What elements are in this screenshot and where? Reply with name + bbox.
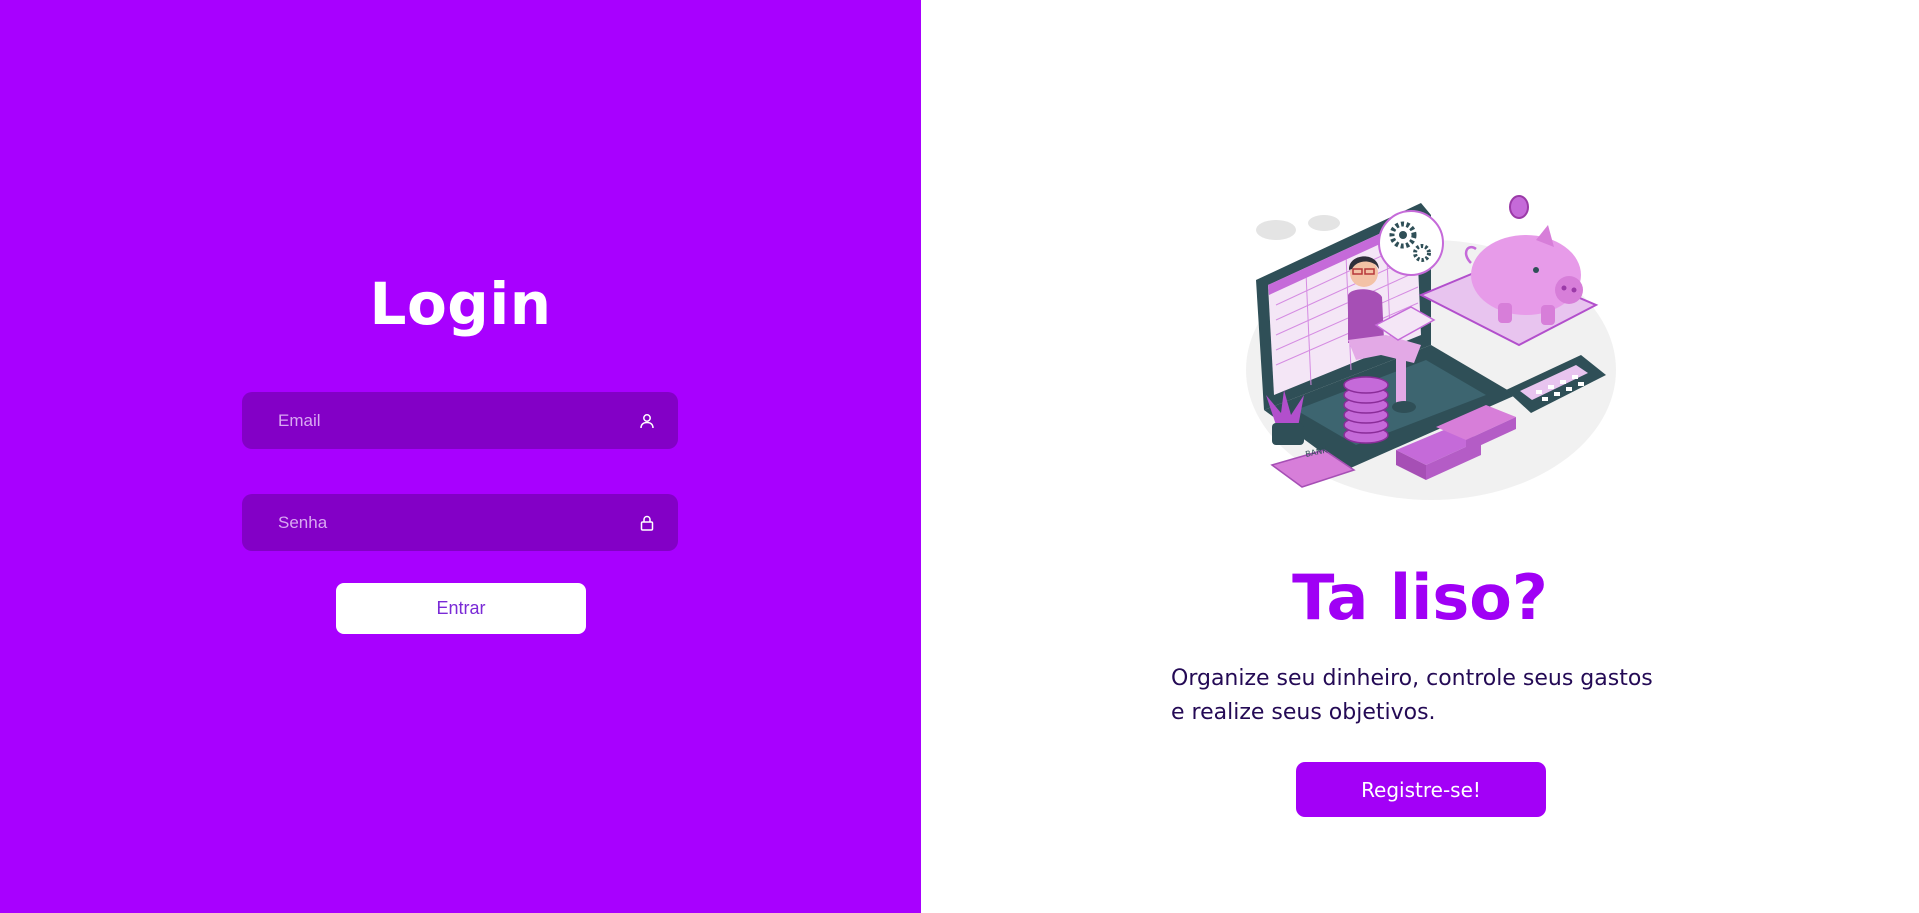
finance-illustration: BANK — [1236, 195, 1636, 515]
promo-description-line1: Organize seu dinheiro, controle seus gas… — [1171, 666, 1653, 691]
register-button[interactable]: Registre-se! — [1296, 762, 1546, 817]
login-panel: Login Entrar — [0, 0, 921, 913]
user-icon — [638, 412, 656, 430]
cloud-shape — [1256, 220, 1296, 240]
promo-description: Organize seu dinheiro, controle seus gas… — [1171, 662, 1711, 730]
promo-title: Ta liso? — [1292, 561, 1548, 634]
promo-description-line2: e realize seus objetivos. — [1171, 700, 1436, 725]
page: Login Entrar — [0, 0, 1919, 913]
piggy-leg — [1541, 305, 1555, 325]
login-title: Login — [369, 270, 552, 338]
email-field-container — [242, 392, 678, 449]
lock-icon — [638, 514, 656, 532]
piggy-snout — [1555, 276, 1583, 304]
coin-stack — [1343, 376, 1389, 444]
email-input[interactable] — [278, 410, 638, 431]
promo-panel: BANK Ta liso? Organize seu dinheiro, con… — [921, 0, 1919, 913]
coin-icon — [1509, 195, 1529, 219]
speech-bubble — [1378, 210, 1444, 276]
gear-icon — [1399, 231, 1407, 239]
cloud-shape — [1308, 215, 1340, 231]
entrar-button[interactable]: Entrar — [336, 583, 586, 634]
piggy-leg — [1498, 303, 1512, 323]
password-input[interactable] — [278, 512, 638, 533]
password-field-container — [242, 494, 678, 551]
